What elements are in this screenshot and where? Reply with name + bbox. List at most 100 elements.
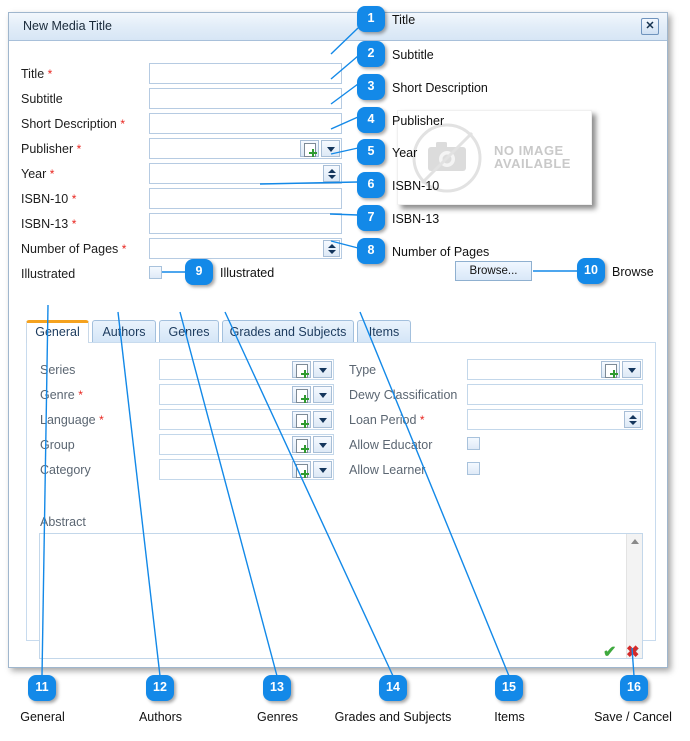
callout-label: ISBN-10: [392, 179, 440, 193]
required-marker: *: [47, 67, 53, 81]
callout-badge: 12: [146, 675, 174, 701]
form-row-short-description: Short Description *: [9, 113, 359, 138]
required-marker: *: [76, 142, 82, 156]
chevron-down-icon[interactable]: [622, 361, 641, 378]
required-marker: *: [71, 217, 77, 231]
dewy-classification-input[interactable]: [467, 384, 643, 405]
dialog-actions: ✔ ✖: [603, 645, 653, 663]
callout-label: Authors: [138, 710, 183, 724]
callout-label: Number of Pages: [392, 245, 490, 259]
callout-badge: 5: [357, 139, 385, 165]
spinner-icon[interactable]: [624, 411, 641, 428]
label-subtitle: Subtitle: [21, 92, 63, 106]
form-row-year: Year *: [9, 163, 359, 188]
form-row-isbn13: ISBN-13 *: [9, 213, 359, 238]
label-number-of-pages: Number of Pages *: [21, 242, 127, 256]
callout-label: Subtitle: [392, 48, 434, 62]
tabstrip: General Authors Genres Grades and Subjec…: [26, 320, 656, 343]
publisher-input[interactable]: [149, 138, 342, 159]
callout-label: Year: [392, 146, 418, 160]
abstract-scrollbar[interactable]: [626, 534, 642, 658]
callout-label: Publisher: [392, 114, 445, 128]
tab-items[interactable]: Items: [357, 320, 411, 343]
label-dewy-classification: Dewy Classification: [349, 388, 458, 402]
callout-badge: 15: [495, 675, 523, 701]
form-row-number-of-pages: Number of Pages *: [9, 238, 359, 263]
abstract-textarea[interactable]: [39, 533, 643, 659]
callout-label: Title: [392, 13, 416, 27]
short-description-input[interactable]: [149, 113, 342, 134]
form-row-illustrated: Illustrated: [9, 263, 359, 288]
isbn-10-input[interactable]: [149, 188, 342, 209]
callout-badge: 6: [357, 172, 385, 198]
callout-badge: 13: [263, 675, 291, 701]
callout-label: Grades and Subjects: [334, 710, 452, 724]
required-marker: *: [71, 192, 77, 206]
field-row-type: Type: [9, 359, 659, 384]
required-marker: *: [121, 242, 127, 256]
save-button[interactable]: ✔: [603, 645, 616, 661]
callout-label: Items: [494, 710, 525, 724]
label-allow-educator: Allow Educator: [349, 438, 433, 452]
field-row-allow-learner: Allow Learner: [9, 459, 659, 484]
subtitle-input[interactable]: [149, 88, 342, 109]
callout-label: ISBN-13: [392, 212, 440, 226]
form-row-isbn10: ISBN-10 *: [9, 188, 359, 213]
label-loan-period: Loan Period *: [349, 413, 425, 427]
callout-badge: 9: [185, 259, 213, 285]
label-title: Title *: [21, 67, 53, 81]
no-image-text: NO IMAGE AVAILABLE: [494, 143, 571, 171]
required-marker: *: [120, 117, 126, 131]
callout-badge: 8: [357, 238, 385, 264]
label-isbn-13: ISBN-13 *: [21, 217, 77, 231]
callout-badge: 2: [357, 41, 385, 67]
cancel-button[interactable]: ✖: [626, 645, 639, 661]
tab-grades-and-subjects[interactable]: Grades and Subjects: [222, 320, 354, 343]
label-year: Year *: [21, 167, 55, 181]
label-isbn-10: ISBN-10 *: [21, 192, 77, 206]
callout-label: General: [20, 710, 65, 724]
number-of-pages-input[interactable]: [149, 238, 342, 259]
tab-authors[interactable]: Authors: [92, 320, 156, 343]
form-row-title: Title *: [9, 63, 359, 88]
callout-badge: 10: [577, 258, 605, 284]
isbn-13-input[interactable]: [149, 213, 342, 234]
spinner-icon[interactable]: [323, 165, 340, 182]
callout-badge: 11: [28, 675, 56, 701]
dialog-titlebar: New Media Title ✕: [9, 13, 667, 41]
callout-label: Genres: [257, 710, 298, 724]
callout-label: Short Description: [392, 81, 488, 95]
label-short-description: Short Description *: [21, 117, 126, 131]
allow-educator-checkbox[interactable]: [467, 437, 480, 450]
label-allow-learner: Allow Learner: [349, 463, 426, 477]
required-marker: *: [49, 167, 55, 181]
chevron-down-icon[interactable]: [321, 140, 340, 157]
field-row-dewy-classification: Dewy Classification: [9, 384, 659, 409]
spinner-icon[interactable]: [323, 240, 340, 257]
loan-period-input[interactable]: [467, 409, 643, 430]
new-page-icon[interactable]: [601, 361, 620, 378]
new-page-icon[interactable]: [300, 140, 319, 157]
callout-badge: 16: [620, 675, 648, 701]
form-row-subtitle: Subtitle: [9, 88, 359, 113]
scroll-up-icon[interactable]: [631, 539, 639, 544]
allow-learner-checkbox[interactable]: [467, 462, 480, 475]
title-input[interactable]: [149, 63, 342, 84]
browse-button[interactable]: Browse...: [455, 261, 532, 281]
label-publisher: Publisher *: [21, 142, 82, 156]
field-row-allow-educator: Allow Educator: [9, 434, 659, 459]
callout-badge: 3: [357, 74, 385, 100]
callout-label: Save / Cancel: [594, 710, 672, 724]
year-input[interactable]: [149, 163, 342, 184]
close-icon[interactable]: ✕: [641, 18, 659, 35]
tab-genres[interactable]: Genres: [159, 320, 219, 343]
label-type: Type: [349, 363, 377, 377]
label-illustrated: Illustrated: [21, 267, 76, 281]
callout-badge: 1: [357, 6, 385, 32]
type-input[interactable]: [467, 359, 643, 380]
form-row-publisher: Publisher *: [9, 138, 359, 163]
illustrated-checkbox[interactable]: [149, 266, 162, 279]
callout-badge: 7: [357, 205, 385, 231]
callout-label: Browse: [612, 265, 654, 279]
tab-general[interactable]: General: [26, 320, 89, 343]
